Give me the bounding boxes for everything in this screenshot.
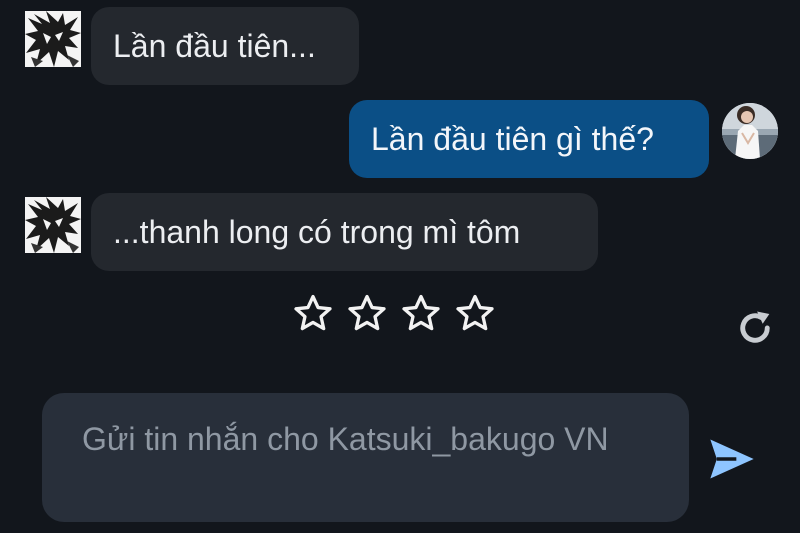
manga-avatar-icon [25, 11, 81, 67]
message-text: ...thanh long có trong mì tôm [113, 214, 521, 250]
star-outline-icon[interactable] [346, 292, 388, 334]
message-text: Lần đầu tiên... [113, 28, 316, 64]
message-text: Lần đầu tiên gì thế? [371, 121, 654, 157]
message-bubble-bot: ...thanh long có trong mì tôm [91, 193, 598, 271]
bot-avatar[interactable] [25, 11, 81, 67]
user-avatar-icon [722, 103, 778, 159]
input-placeholder: Gửi tin nhắn cho Katsuki_bakugo VN [82, 421, 609, 457]
rating-stars [292, 292, 496, 334]
star-outline-icon[interactable] [454, 292, 496, 334]
star-outline-icon[interactable] [400, 292, 442, 334]
message-bubble-bot: Lần đầu tiên... [91, 7, 359, 85]
refresh-icon[interactable] [734, 307, 776, 349]
message-bubble-user: Lần đầu tiên gì thế? [349, 100, 709, 178]
message-input[interactable]: Gửi tin nhắn cho Katsuki_bakugo VN [42, 393, 689, 522]
bot-avatar[interactable] [25, 197, 81, 253]
star-outline-icon[interactable] [292, 292, 334, 334]
user-avatar[interactable] [722, 103, 778, 159]
manga-avatar-icon [25, 197, 81, 253]
send-icon[interactable] [706, 433, 758, 485]
